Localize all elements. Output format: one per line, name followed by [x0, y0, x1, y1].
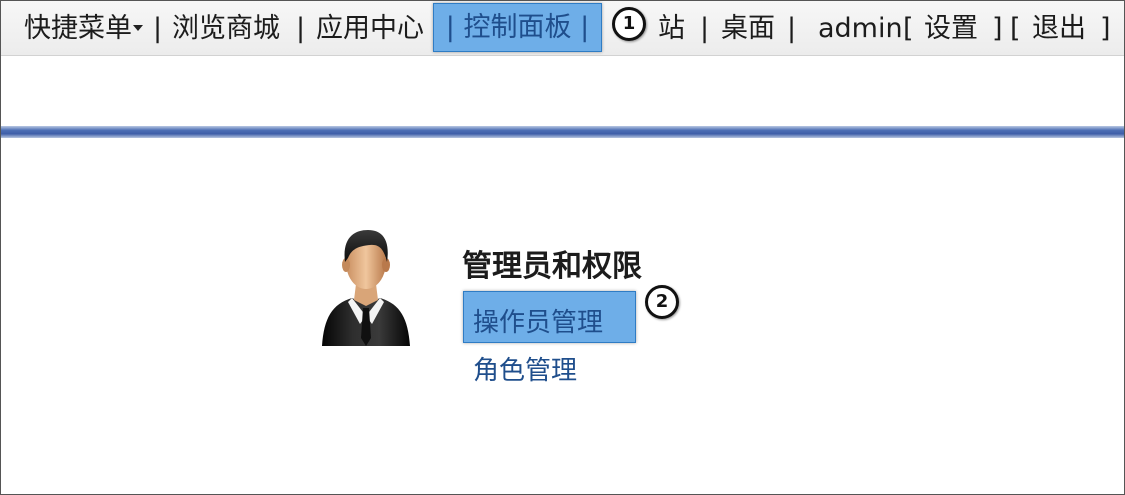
operator-management-link[interactable]: 操作员管理: [473, 292, 603, 354]
nav-separator: |: [580, 12, 590, 43]
nav-settings[interactable]: 设置: [924, 0, 978, 55]
step-badge-2: 2: [645, 285, 679, 319]
nav-logout[interactable]: 退出: [1032, 0, 1086, 55]
admin-avatar-icon: [322, 230, 410, 346]
nav-quick-menu[interactable]: 快捷菜单: [24, 0, 143, 55]
nav-control-panel-label: 控制面板: [463, 12, 572, 43]
permissions-section-title: 管理员和权限: [462, 249, 642, 284]
nav-desktop[interactable]: 桌面: [721, 0, 775, 55]
nav-site[interactable]: 站: [658, 0, 685, 55]
operator-management-highlight[interactable]: 操作员管理: [463, 291, 636, 343]
nav-separator: |: [787, 13, 797, 44]
nav-bracket: [: [1010, 13, 1021, 44]
role-management-link[interactable]: 角色管理: [473, 350, 577, 387]
nav-app-center[interactable]: 应用中心: [316, 0, 424, 55]
nav-control-panel-highlight[interactable]: | 控制面板 |: [433, 3, 602, 52]
nav-bracket: ]: [1100, 13, 1111, 44]
nav-separator: |: [296, 13, 306, 44]
nav-control-panel[interactable]: | 控制面板 |: [434, 4, 601, 51]
nav-browse-mall[interactable]: 浏览商城: [172, 0, 280, 55]
nav-separator: |: [700, 13, 710, 44]
nav-bracket: [: [903, 13, 914, 44]
nav-quick-menu-label: 快捷菜单: [24, 13, 132, 44]
nav-username: admin: [818, 13, 903, 44]
header-divider: [1, 126, 1124, 138]
nav-bracket: ]: [992, 13, 1003, 44]
caret-down-icon: [133, 24, 143, 31]
nav-separator: |: [153, 13, 163, 44]
step-badge-1: 1: [612, 7, 646, 41]
nav-separator: |: [445, 12, 455, 43]
